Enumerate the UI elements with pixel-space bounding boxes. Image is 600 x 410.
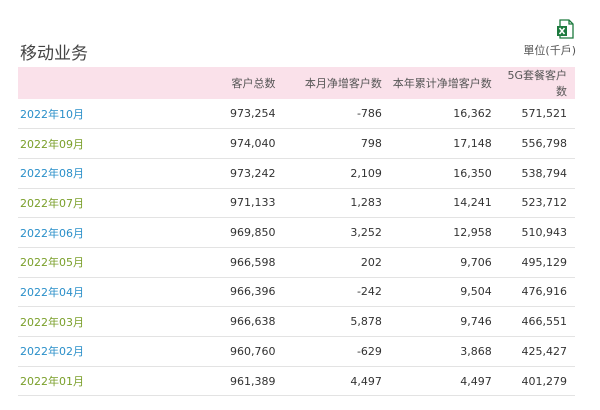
total-customers-cell: 973,254 bbox=[230, 107, 276, 121]
month-link[interactable]: 2022年08月 bbox=[20, 167, 84, 180]
ytd-net-add-cell: 16,362 bbox=[453, 107, 492, 121]
ytd-net-add-cell: 17,148 bbox=[453, 137, 492, 151]
total-customers-cell: 966,598 bbox=[230, 255, 276, 269]
table-row: 2022年01月 961,389 4,497 4,497 401,279 bbox=[18, 366, 575, 396]
page-title: 移动业务 bbox=[20, 44, 88, 64]
table-row: 2022年10月 973,254 -786 16,362 571,521 bbox=[18, 99, 575, 129]
net-add-cell: -242 bbox=[356, 285, 382, 299]
excel-icon bbox=[557, 19, 574, 39]
net-add-cell: 1,283 bbox=[350, 196, 382, 210]
month-cell: 2022年07月 bbox=[18, 188, 164, 218]
ytd-net-add-cell: 14,241 bbox=[453, 196, 492, 210]
net-add-cell: 2,109 bbox=[350, 166, 382, 180]
mobile-business-table: 客户总数 本月净增客户数 本年累计净增客户数 5G套餐客户数 2022年10月 9… bbox=[18, 67, 575, 396]
ytd-net-add-cell: 12,958 bbox=[453, 226, 492, 240]
5g-customers-cell: 510,943 bbox=[521, 226, 568, 240]
table-row: 2022年04月 966,396 -242 9,504 476,916 bbox=[18, 277, 575, 307]
table-row: 2022年03月 966,638 5,878 9,746 466,551 bbox=[18, 307, 575, 337]
5g-customers-cell: 401,279 bbox=[521, 374, 568, 388]
ytd-net-add-cell: 16,350 bbox=[453, 166, 492, 180]
month-link[interactable]: 2022年05月 bbox=[20, 256, 84, 269]
month-cell: 2022年10月 bbox=[18, 99, 164, 129]
month-link[interactable]: 2022年06月 bbox=[20, 227, 84, 240]
total-customers-cell: 974,040 bbox=[230, 137, 276, 151]
header-total-customers: 客户总数 bbox=[231, 77, 276, 90]
5g-customers-cell: 538,794 bbox=[521, 166, 568, 180]
total-customers-cell: 960,760 bbox=[230, 344, 276, 358]
5g-customers-cell: 556,798 bbox=[521, 137, 568, 151]
net-add-cell: -786 bbox=[356, 107, 382, 121]
net-add-cell: 202 bbox=[360, 255, 382, 269]
table-row: 2022年07月 971,133 1,283 14,241 523,712 bbox=[18, 188, 575, 218]
total-customers-cell: 966,396 bbox=[230, 285, 276, 299]
month-cell: 2022年03月 bbox=[18, 307, 164, 337]
excel-export-button[interactable] bbox=[556, 19, 576, 39]
month-cell: 2022年01月 bbox=[18, 366, 164, 396]
unit-label: 單位(千戶) bbox=[523, 44, 576, 57]
month-link[interactable]: 2022年09月 bbox=[20, 138, 84, 151]
net-add-cell: 3,252 bbox=[350, 226, 382, 240]
total-customers-cell: 973,242 bbox=[230, 166, 276, 180]
month-cell: 2022年04月 bbox=[18, 277, 164, 307]
table-row: 2022年08月 973,242 2,109 16,350 538,794 bbox=[18, 158, 575, 189]
table-row: 2022年06月 969,850 3,252 12,958 510,943 bbox=[18, 218, 575, 248]
5g-customers-cell: 523,712 bbox=[521, 196, 568, 210]
header-net-add: 本月净增客户数 bbox=[304, 77, 382, 90]
month-cell: 2022年05月 bbox=[18, 247, 164, 277]
5g-customers-cell: 425,427 bbox=[521, 344, 568, 358]
month-cell: 2022年06月 bbox=[18, 218, 164, 248]
month-cell: 2022年09月 bbox=[18, 129, 164, 159]
5g-customers-cell: 495,129 bbox=[521, 255, 568, 269]
ytd-net-add-cell: 4,497 bbox=[460, 374, 492, 388]
ytd-net-add-cell: 9,706 bbox=[460, 255, 492, 269]
header-month bbox=[18, 67, 164, 99]
5g-customers-cell: 476,916 bbox=[521, 285, 568, 299]
net-add-cell: -629 bbox=[356, 344, 382, 358]
month-link[interactable]: 2022年07月 bbox=[20, 197, 84, 210]
ytd-net-add-cell: 9,504 bbox=[460, 285, 492, 299]
month-cell: 2022年02月 bbox=[18, 337, 164, 367]
total-customers-cell: 969,850 bbox=[230, 226, 276, 240]
net-add-cell: 4,497 bbox=[350, 374, 382, 388]
table-row: 2022年09月 974,040 798 17,148 556,798 bbox=[18, 129, 575, 159]
net-add-cell: 798 bbox=[360, 137, 382, 151]
table-row: 2022年02月 960,760 -629 3,868 425,427 bbox=[18, 337, 575, 367]
ytd-net-add-cell: 3,868 bbox=[460, 344, 492, 358]
month-link[interactable]: 2022年03月 bbox=[20, 316, 84, 329]
total-customers-cell: 966,638 bbox=[230, 315, 276, 329]
month-link[interactable]: 2022年04月 bbox=[20, 286, 84, 299]
header-ytd-net-add: 本年累计净增客户数 bbox=[392, 77, 492, 90]
month-link[interactable]: 2022年01月 bbox=[20, 375, 84, 388]
ytd-net-add-cell: 9,746 bbox=[460, 315, 492, 329]
total-customers-cell: 971,133 bbox=[230, 196, 276, 210]
5g-customers-cell: 466,551 bbox=[521, 315, 568, 329]
total-customers-cell: 961,389 bbox=[230, 374, 276, 388]
5g-customers-cell: 571,521 bbox=[521, 107, 568, 121]
month-link[interactable]: 2022年10月 bbox=[20, 108, 84, 121]
header-5g-customers: 5G套餐客户数 bbox=[507, 69, 567, 98]
table-header-row: 客户总数 本月净增客户数 本年累计净增客户数 5G套餐客户数 bbox=[18, 67, 575, 99]
net-add-cell: 5,878 bbox=[350, 315, 382, 329]
month-cell: 2022年08月 bbox=[18, 158, 164, 188]
table-row: 2022年05月 966,598 202 9,706 495,129 bbox=[18, 247, 575, 278]
table-body: 2022年10月 973,254 -786 16,362 571,521 2022年09月… bbox=[18, 99, 575, 396]
month-link[interactable]: 2022年02月 bbox=[20, 345, 84, 358]
